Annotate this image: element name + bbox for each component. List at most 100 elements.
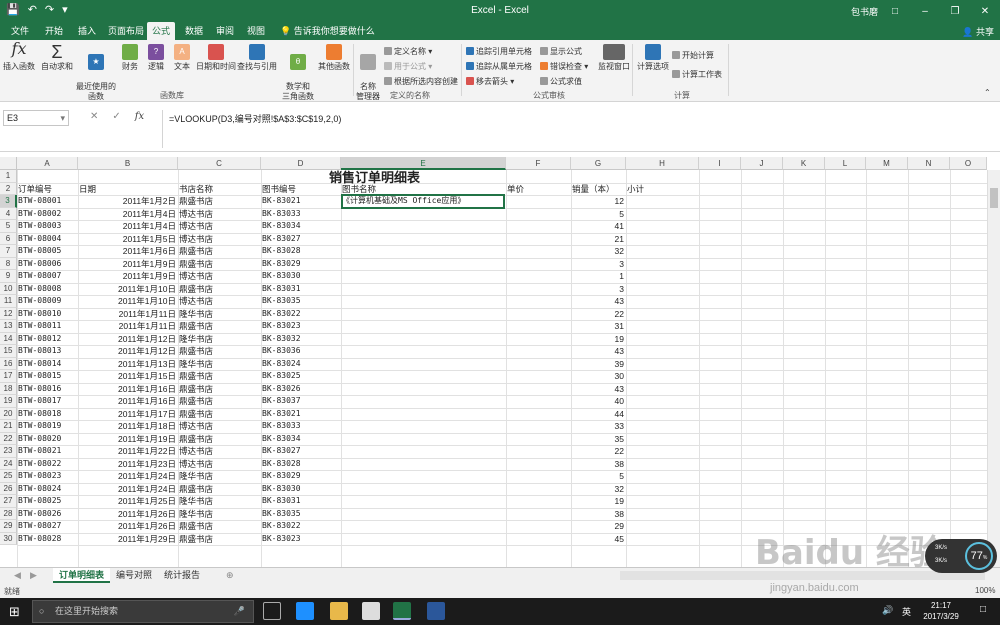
store-icon[interactable] [362, 602, 380, 620]
header-cell[interactable]: 销量（本） [572, 183, 624, 196]
row-header[interactable]: 5 [0, 220, 17, 233]
row-header[interactable]: 23 [0, 445, 17, 458]
book-id-cell[interactable]: BK-83035 [262, 295, 339, 308]
order-id-cell[interactable]: BTW-08024 [18, 483, 76, 496]
tab-order-details[interactable]: 订单明细表 [53, 568, 111, 583]
book-id-cell[interactable]: BK-83030 [262, 270, 339, 283]
store-cell[interactable]: 鼎盛书店 [179, 370, 259, 383]
book-id-cell[interactable]: BK-83021 [262, 408, 339, 421]
quantity-cell[interactable]: 38 [572, 508, 624, 521]
row-header[interactable]: 4 [0, 207, 17, 220]
store-cell[interactable]: 鼎盛书店 [179, 258, 259, 271]
header-cell[interactable]: 图书编号 [262, 183, 339, 196]
order-id-cell[interactable]: BTW-08005 [18, 245, 76, 258]
book-id-cell[interactable]: BK-83029 [262, 258, 339, 271]
vertical-scrollbar[interactable] [987, 170, 1000, 567]
header-cell[interactable]: 小计 [627, 183, 697, 196]
quantity-cell[interactable]: 32 [572, 483, 624, 496]
book-id-cell[interactable]: BK-83034 [262, 220, 339, 233]
chevron-down-icon[interactable]: ▾ [60, 113, 65, 124]
edge-icon[interactable] [296, 602, 314, 620]
order-id-cell[interactable]: BTW-08009 [18, 295, 76, 308]
tab-home[interactable]: 开始 [40, 22, 68, 40]
date-cell[interactable]: 2011年1月5日 [79, 233, 176, 246]
order-id-cell[interactable]: BTW-08025 [18, 495, 76, 508]
watch-window-button[interactable]: 监视窗口 [597, 44, 631, 72]
row-header[interactable]: 27 [0, 495, 17, 508]
error-checking-button[interactable]: 错误检查 ▾ [540, 61, 588, 72]
row-header[interactable]: 28 [0, 507, 17, 520]
book-id-cell[interactable]: BK-83023 [262, 320, 339, 333]
row-header[interactable]: 18 [0, 382, 17, 395]
book-id-cell[interactable]: BK-83030 [262, 483, 339, 496]
user-name[interactable]: 包书磨 [851, 5, 878, 18]
quantity-cell[interactable]: 1 [572, 270, 624, 283]
column-header[interactable]: E [341, 157, 506, 170]
name-manager-button[interactable]: 名称 管理器 [355, 44, 381, 102]
input-language[interactable]: 英 [902, 605, 911, 618]
quantity-cell[interactable]: 3 [572, 283, 624, 296]
date-cell[interactable]: 2011年1月26日 [79, 508, 176, 521]
book-id-cell[interactable]: BK-83031 [262, 495, 339, 508]
tab-page-layout[interactable]: 页面布局 [103, 22, 149, 40]
header-cell[interactable]: 书店名称 [179, 183, 259, 196]
row-header[interactable]: 16 [0, 357, 17, 370]
book-id-cell[interactable]: BK-83034 [262, 433, 339, 446]
tab-review[interactable]: 审阅 [211, 22, 239, 40]
row-header[interactable]: 12 [0, 307, 17, 320]
date-cell[interactable]: 2011年1月19日 [79, 433, 176, 446]
quantity-cell[interactable]: 39 [572, 358, 624, 371]
tab-insert[interactable]: 插入 [73, 22, 101, 40]
zoom-level[interactable]: 100% [975, 586, 995, 595]
date-cell[interactable]: 2011年1月9日 [79, 258, 176, 271]
store-cell[interactable]: 隆华书店 [179, 495, 259, 508]
store-cell[interactable]: 博达书店 [179, 208, 259, 221]
date-cell[interactable]: 2011年1月4日 [79, 220, 176, 233]
tab-data[interactable]: 数据 [180, 22, 208, 40]
column-header[interactable]: G [571, 157, 626, 170]
date-cell[interactable]: 2011年1月13日 [79, 358, 176, 371]
tell-me-box[interactable]: 💡 告诉我你想要做什么 [275, 22, 380, 40]
column-header[interactable]: M [866, 157, 908, 170]
quantity-cell[interactable]: 29 [572, 520, 624, 533]
row-header[interactable]: 17 [0, 370, 17, 383]
book-id-cell[interactable]: BK-83028 [262, 458, 339, 471]
tab-view[interactable]: 视图 [242, 22, 270, 40]
book-id-cell[interactable]: BK-83028 [262, 245, 339, 258]
date-cell[interactable]: 2011年1月2日 [79, 195, 176, 208]
notification-icon[interactable]: □ [980, 604, 986, 615]
column-header[interactable]: D [261, 157, 341, 170]
row-header[interactable]: 19 [0, 395, 17, 408]
book-id-cell[interactable]: BK-83021 [262, 195, 339, 208]
quantity-cell[interactable]: 43 [572, 345, 624, 358]
store-cell[interactable]: 博达书店 [179, 420, 259, 433]
share-button[interactable]: 👤 共享 [962, 25, 994, 38]
tab-formulas[interactable]: 公式 [147, 22, 176, 40]
date-cell[interactable]: 2011年1月25日 [79, 495, 176, 508]
create-from-selection-button[interactable]: 根据所选内容创建 [384, 76, 458, 87]
datetime-button[interactable]: 日期和时间 [194, 44, 238, 72]
date-cell[interactable]: 2011年1月4日 [79, 208, 176, 221]
order-id-cell[interactable]: BTW-08021 [18, 445, 76, 458]
date-cell[interactable]: 2011年1月11日 [79, 320, 176, 333]
quantity-cell[interactable]: 44 [572, 408, 624, 421]
show-formulas-button[interactable]: 显示公式 [540, 46, 582, 57]
book-id-cell[interactable]: BK-83029 [262, 470, 339, 483]
row-header[interactable]: 6 [0, 232, 17, 245]
row-header[interactable]: 15 [0, 345, 17, 358]
date-cell[interactable]: 2011年1月22日 [79, 445, 176, 458]
store-cell[interactable]: 鼎盛书店 [179, 320, 259, 333]
book-id-cell[interactable]: BK-83027 [262, 445, 339, 458]
store-cell[interactable]: 鼎盛书店 [179, 433, 259, 446]
next-sheet-icon[interactable]: ▶ [24, 568, 43, 583]
remove-arrows-button[interactable]: 移去箭头 ▾ [466, 76, 514, 87]
book-id-cell[interactable]: BK-83035 [262, 508, 339, 521]
date-cell[interactable]: 2011年1月16日 [79, 395, 176, 408]
row-header[interactable]: 24 [0, 457, 17, 470]
autosum-button[interactable]: Σ 自动求和 [40, 43, 74, 72]
scroll-thumb[interactable] [990, 188, 998, 208]
lookup-button[interactable]: 查找与引用 [236, 44, 278, 72]
store-cell[interactable]: 隆华书店 [179, 308, 259, 321]
order-id-cell[interactable]: BTW-08023 [18, 470, 76, 483]
column-header[interactable]: O [950, 157, 987, 170]
